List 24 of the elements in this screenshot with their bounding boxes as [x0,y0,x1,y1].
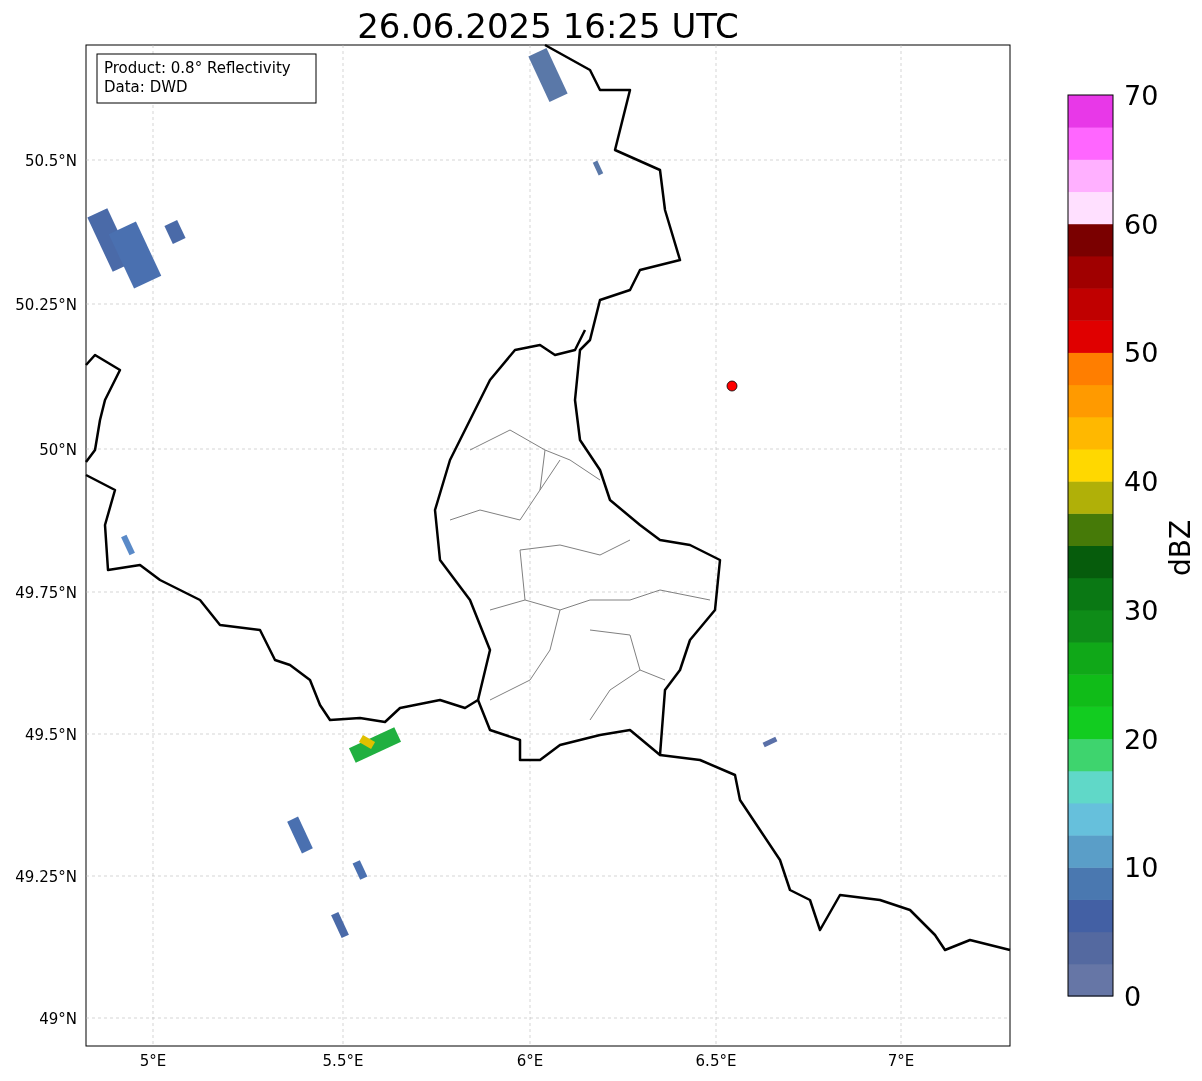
latitude-label: 50°N [39,441,77,459]
latitude-label: 49.25°N [15,868,77,886]
longitude-label: 5°E [139,1052,167,1070]
colorbar-tick-label: 30 [1124,594,1159,626]
latitude-label: 50.25°N [15,296,77,314]
longitude-label: 5.5°E [322,1052,364,1070]
latitude-label: 49°N [39,1010,77,1028]
colorbar-tick-label: 10 [1124,852,1159,884]
plot-title: 26.06.2025 16:25 UTC [357,6,739,46]
latitude-label: 49.5°N [24,726,77,744]
legend-text: Data: DWD [104,78,188,96]
colorbar-tick-label: 0 [1124,981,1142,1012]
colorbar-tick-label: 40 [1124,466,1159,498]
longitude-label: 6.5°E [695,1052,737,1070]
colorbar-tick-label: 60 [1124,208,1159,240]
longitude-label: 7°E [887,1052,915,1070]
colorbar-label: dBZ [1164,519,1197,577]
colorbar-tick-label: 50 [1124,337,1159,369]
latitude-label: 50.5°N [24,152,77,170]
colorbar-tick-label: 20 [1124,723,1159,755]
legend-text: Product: 0.8° Reflectivity [104,59,291,77]
latitude-label: 49.75°N [15,584,77,602]
colorbar-tick-label: 70 [1124,80,1159,111]
longitude-label: 6°E [516,1052,544,1070]
